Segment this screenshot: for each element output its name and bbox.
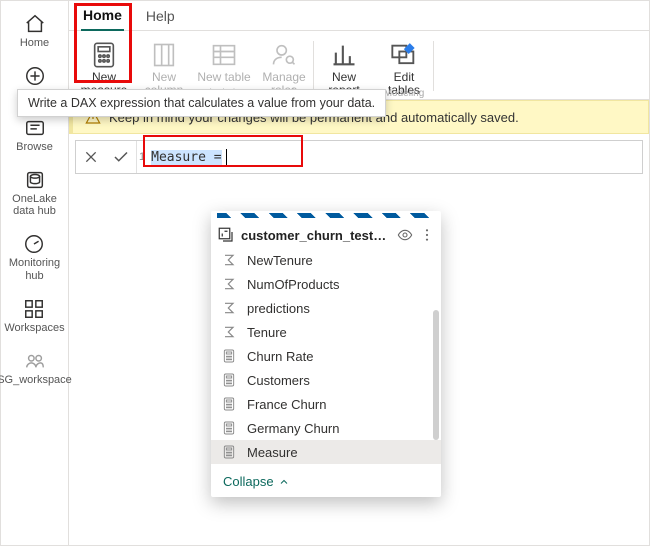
column-icon	[150, 41, 178, 69]
tab-home[interactable]: Home	[81, 1, 124, 31]
nav-workspaces[interactable]: Workspaces	[4, 298, 64, 334]
chevron-up-icon	[278, 476, 290, 488]
field-row[interactable]: Churn Rate	[211, 344, 441, 368]
field-label: France Churn	[247, 397, 326, 412]
people-icon	[24, 350, 46, 372]
field-row[interactable]: Customers	[211, 368, 441, 392]
calculator-icon	[221, 420, 237, 436]
roles-icon	[270, 41, 298, 69]
nav-monitoring-label: Monitoring hub	[9, 257, 60, 281]
nav-rail: Home Create Browse OneLake data hub Moni…	[1, 1, 69, 545]
chart-icon	[330, 41, 358, 69]
ribbon: New measure New column New table Calcula…	[69, 31, 649, 100]
sigma-icon	[221, 300, 237, 316]
calculator-icon	[221, 372, 237, 388]
field-list: NewTenure NumOfProducts predictions Tenure C…	[211, 248, 441, 466]
nav-monitoring[interactable]: Monitoring hub	[9, 233, 60, 281]
field-row[interactable]: Tenure	[211, 320, 441, 344]
tab-help[interactable]: Help	[144, 2, 177, 30]
calculator-icon	[221, 396, 237, 412]
measure-icon	[90, 41, 118, 69]
field-label: Customers	[247, 373, 310, 388]
popup-header: customer_churn_test_...	[211, 222, 441, 248]
calculator-icon	[221, 348, 237, 364]
workspaces-icon	[23, 298, 45, 320]
formula-input[interactable]: Measure =	[151, 141, 642, 173]
formula-line-number: 1	[136, 141, 151, 173]
nav-workspaces-label: Workspaces	[4, 322, 64, 334]
monitoring-icon	[23, 233, 45, 255]
field-label: NumOfProducts	[247, 277, 339, 292]
fields-popup: customer_churn_test_... NewTenure NumOfPr…	[211, 211, 441, 497]
nav-onelake-label: OneLake data hub	[12, 193, 57, 217]
scrollbar-thumb[interactable]	[433, 310, 439, 440]
main-area: Home Help New measure New column	[69, 1, 649, 545]
more-icon[interactable]	[419, 227, 435, 243]
field-label: Tenure	[247, 325, 287, 340]
nav-onelake[interactable]: OneLake data hub	[12, 169, 57, 217]
nav-custom-workspace-label: SG_workspace	[0, 374, 72, 386]
field-label: Measure	[247, 445, 298, 460]
field-label: Germany Churn	[247, 421, 339, 436]
nav-home[interactable]: Home	[20, 13, 49, 49]
table-arrows-icon	[217, 226, 235, 244]
field-row[interactable]: NumOfProducts	[211, 272, 441, 296]
sigma-icon	[221, 276, 237, 292]
edit-tables-icon	[390, 41, 418, 69]
field-label: Churn Rate	[247, 349, 313, 364]
collapse-label: Collapse	[223, 474, 274, 489]
calculator-icon	[221, 444, 237, 460]
sigma-icon	[221, 324, 237, 340]
caret	[226, 149, 227, 165]
field-row[interactable]: NewTenure	[211, 248, 441, 272]
browse-icon	[24, 117, 46, 139]
popup-drag-stripe	[217, 213, 435, 218]
visibility-icon[interactable]	[397, 227, 413, 243]
nav-browse-label: Browse	[16, 141, 53, 153]
field-row[interactable]: France Churn	[211, 392, 441, 416]
formula-commit[interactable]	[106, 141, 136, 173]
home-icon	[24, 13, 46, 35]
ribbon-tabs: Home Help	[69, 1, 649, 31]
tooltip-new-measure: Write a DAX expression that calculates a…	[17, 89, 386, 117]
field-row[interactable]: Measure	[211, 440, 441, 464]
field-label: predictions	[247, 301, 310, 316]
field-row[interactable]: Germany Churn	[211, 416, 441, 440]
plus-circle-icon	[24, 65, 46, 87]
popup-title: customer_churn_test_...	[241, 228, 391, 243]
formula-bar: 1 Measure =	[75, 140, 643, 174]
formula-cancel[interactable]	[76, 141, 106, 173]
collapse-button[interactable]: Collapse	[211, 466, 441, 497]
nav-home-label: Home	[20, 37, 49, 49]
ribbon-new-table-label: New table	[197, 71, 250, 84]
field-row[interactable]: predictions	[211, 296, 441, 320]
formula-text: Measure =	[151, 150, 221, 165]
field-label: NewTenure	[247, 253, 313, 268]
nav-custom-workspace[interactable]: SG_workspace	[0, 350, 72, 386]
table-icon	[210, 41, 238, 69]
nav-browse[interactable]: Browse	[16, 117, 53, 153]
sigma-icon	[221, 252, 237, 268]
database-icon	[24, 169, 46, 191]
